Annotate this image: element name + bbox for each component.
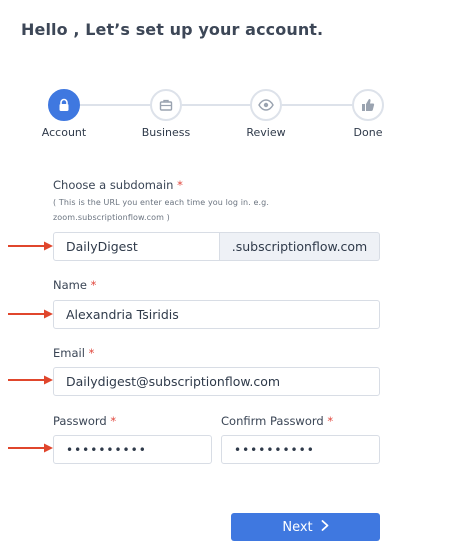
- eye-icon: [258, 99, 274, 111]
- subdomain-input[interactable]: [53, 232, 220, 261]
- step-label-done: Done: [353, 126, 383, 139]
- arrow-indicator: [8, 375, 53, 385]
- step-done[interactable]: [352, 89, 384, 121]
- name-label-text: Name: [53, 278, 87, 292]
- page-title: Hello , Let’s set up your account.: [21, 20, 324, 39]
- step-connector: [282, 104, 352, 106]
- email-label: Email *: [53, 346, 94, 360]
- arrow-indicator: [8, 443, 53, 453]
- step-connector: [80, 104, 150, 106]
- step-connector: [182, 104, 250, 106]
- next-button-label: Next: [282, 519, 313, 535]
- password-input[interactable]: [53, 435, 212, 464]
- name-input[interactable]: [53, 300, 380, 329]
- step-label-business: Business: [141, 126, 191, 139]
- subdomain-label-text: Choose a subdomain: [53, 178, 174, 192]
- step-review[interactable]: [250, 89, 282, 121]
- arrow-indicator: [8, 309, 53, 319]
- subdomain-label: Choose a subdomain *: [53, 178, 183, 192]
- email-label-text: Email: [53, 346, 85, 360]
- required-mark: *: [88, 346, 95, 360]
- step-label-review: Review: [246, 126, 286, 139]
- confirm-password-label: Confirm Password *: [221, 414, 333, 428]
- required-mark: *: [177, 178, 183, 192]
- chevron-right-icon: [321, 519, 329, 535]
- briefcase-icon: [159, 98, 173, 112]
- subdomain-suffix: .subscriptionflow.com: [220, 232, 380, 261]
- subdomain-hint: ( This is the URL you enter each time yo…: [53, 198, 269, 222]
- step-business[interactable]: [150, 89, 182, 121]
- email-input[interactable]: [53, 367, 380, 396]
- lock-icon: [57, 98, 71, 112]
- password-label-text: Password: [53, 414, 107, 428]
- confirm-password-label-text: Confirm Password: [221, 414, 324, 428]
- password-label: Password *: [53, 414, 116, 428]
- next-button[interactable]: Next: [231, 513, 380, 541]
- required-mark: *: [90, 278, 97, 292]
- required-mark: *: [110, 414, 117, 428]
- arrow-indicator: [8, 241, 53, 251]
- confirm-password-input[interactable]: [221, 435, 380, 464]
- step-account[interactable]: [48, 89, 80, 121]
- required-mark: *: [327, 414, 334, 428]
- step-label-account: Account: [41, 126, 87, 139]
- thumbs-up-icon: [361, 98, 375, 112]
- name-label: Name *: [53, 278, 96, 292]
